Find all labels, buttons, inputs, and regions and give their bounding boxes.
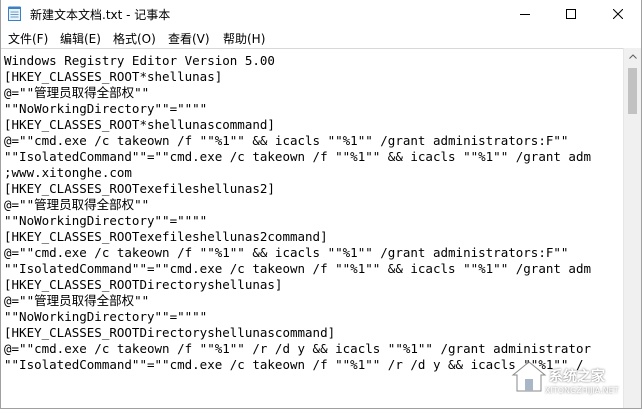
close-icon — [613, 9, 623, 19]
text-line: [HKEY_CLASSES_ROOTDirectoryshellunas] — [4, 277, 283, 292]
maximize-button[interactable] — [548, 0, 594, 28]
text-line: ""IsolatedCommand""=""cmd.exe /c takeown… — [4, 149, 591, 164]
minimize-icon — [520, 14, 530, 15]
house-logo-icon — [511, 361, 547, 392]
notepad-app-icon — [8, 6, 21, 21]
text-line: ""IsolatedCommand""=""cmd.exe /c takeown… — [4, 357, 584, 372]
watermark-url: XITONGZHIJIA.NET — [545, 386, 619, 395]
close-button[interactable] — [595, 0, 641, 28]
chevron-up-icon — [628, 54, 637, 59]
minimize-button[interactable] — [502, 0, 548, 28]
text-line: [HKEY_CLASSES_ROOTDirectoryshellunascomm… — [4, 325, 336, 340]
watermark-name: 系统之家 — [549, 369, 605, 385]
text-line: [HKEY_CLASSES_ROOT*shellunas] — [4, 69, 223, 84]
text-line: [HKEY_CLASSES_ROOTexefileshellunas2] — [4, 181, 275, 196]
menu-format[interactable]: 格式(O) — [113, 30, 156, 47]
title-bar[interactable]: 新建文本文档.txt - 记事本 — [1, 0, 641, 28]
text-line: ""NoWorkingDirectory""="""" — [4, 309, 208, 324]
text-line: [HKEY_CLASSES_ROOTexefileshellunas2comma… — [4, 229, 328, 244]
menu-help[interactable]: 帮助(H) — [223, 30, 265, 47]
text-line: [HKEY_CLASSES_ROOT*shellunascommand] — [4, 117, 275, 132]
text-line: ""NoWorkingDirectory""="""" — [4, 213, 208, 228]
text-line: @=""管理员取得全部权"" — [4, 85, 150, 100]
scroll-up-button[interactable] — [624, 48, 641, 65]
notepad-window: 新建文本文档.txt - 记事本 文件(F) 编辑(E) 格式(O) 查看(V)… — [0, 0, 642, 409]
scroll-thumb[interactable] — [628, 68, 637, 114]
menu-edit[interactable]: 编辑(E) — [60, 30, 101, 47]
text-line: @=""管理员取得全部权"" — [4, 197, 150, 212]
text-line: @=""cmd.exe /c takeown /f ""%1"" /r /d y… — [4, 341, 591, 356]
text-line: ;www.xitonghe.com — [4, 165, 132, 180]
text-line: @=""cmd.exe /c takeown /f ""%1"" && icac… — [4, 245, 569, 260]
watermark-logo: 系统之家 XITONGZHIJIA.NET — [509, 352, 635, 402]
maximize-icon — [566, 9, 576, 19]
text-line: Windows Registry Editor Version 5.00 — [4, 53, 275, 68]
text-line: @=""管理员取得全部权"" — [4, 293, 150, 308]
text-line: @=""cmd.exe /c takeown /f ""%1"" && icac… — [4, 133, 569, 148]
window-title: 新建文本文档.txt - 记事本 — [30, 8, 171, 22]
menu-bar: 文件(F) 编辑(E) 格式(O) 查看(V) 帮助(H) — [1, 28, 641, 48]
text-line: ""NoWorkingDirectory""="""" — [4, 101, 208, 116]
menu-file[interactable]: 文件(F) — [8, 30, 48, 47]
text-line: ""IsolatedCommand""=""cmd.exe /c takeown… — [4, 261, 591, 276]
menu-view[interactable]: 查看(V) — [168, 30, 210, 47]
